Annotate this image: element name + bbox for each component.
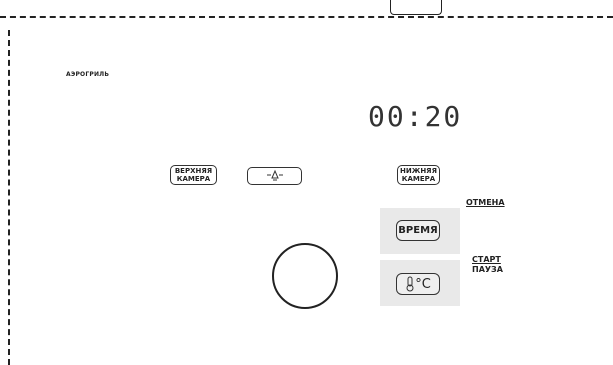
temperature-panel: °C bbox=[380, 260, 460, 306]
temperature-button[interactable]: °C bbox=[396, 273, 440, 295]
time-panel: ВРЕМЯ bbox=[380, 208, 460, 254]
upper-chamber-label-2: КАМЕРА bbox=[176, 175, 211, 183]
start-label[interactable]: СТАРТ bbox=[472, 255, 503, 265]
light-button[interactable] bbox=[247, 167, 302, 185]
temperature-unit: °C bbox=[415, 276, 431, 292]
start-pause-labels[interactable]: СТАРТ ПАУЗА bbox=[472, 255, 503, 275]
top-tab bbox=[390, 0, 442, 15]
time-button[interactable]: ВРЕМЯ bbox=[396, 220, 440, 241]
upper-chamber-button[interactable]: ВЕРХНЯЯ КАМЕРА bbox=[170, 165, 217, 185]
pause-label[interactable]: ПАУЗА bbox=[472, 265, 503, 275]
lower-chamber-label-2: КАМЕРА bbox=[401, 175, 436, 183]
panel-border-left bbox=[8, 30, 10, 365]
thermometer-icon bbox=[406, 276, 414, 292]
cancel-label[interactable]: ОТМЕНА bbox=[466, 198, 505, 208]
upper-chamber-label-1: ВЕРХНЯЯ bbox=[174, 167, 213, 175]
lamp-icon bbox=[266, 169, 283, 181]
lower-chamber-button[interactable]: НИЖНЯЯ КАМЕРА bbox=[397, 165, 440, 185]
panel-border-top bbox=[0, 16, 613, 18]
mode-label: АЭРОГРИЛЬ bbox=[66, 71, 110, 78]
dial-knob[interactable] bbox=[272, 243, 338, 309]
lower-chamber-label-1: НИЖНЯЯ bbox=[400, 167, 437, 175]
timer-display: 00:20 bbox=[368, 100, 463, 133]
